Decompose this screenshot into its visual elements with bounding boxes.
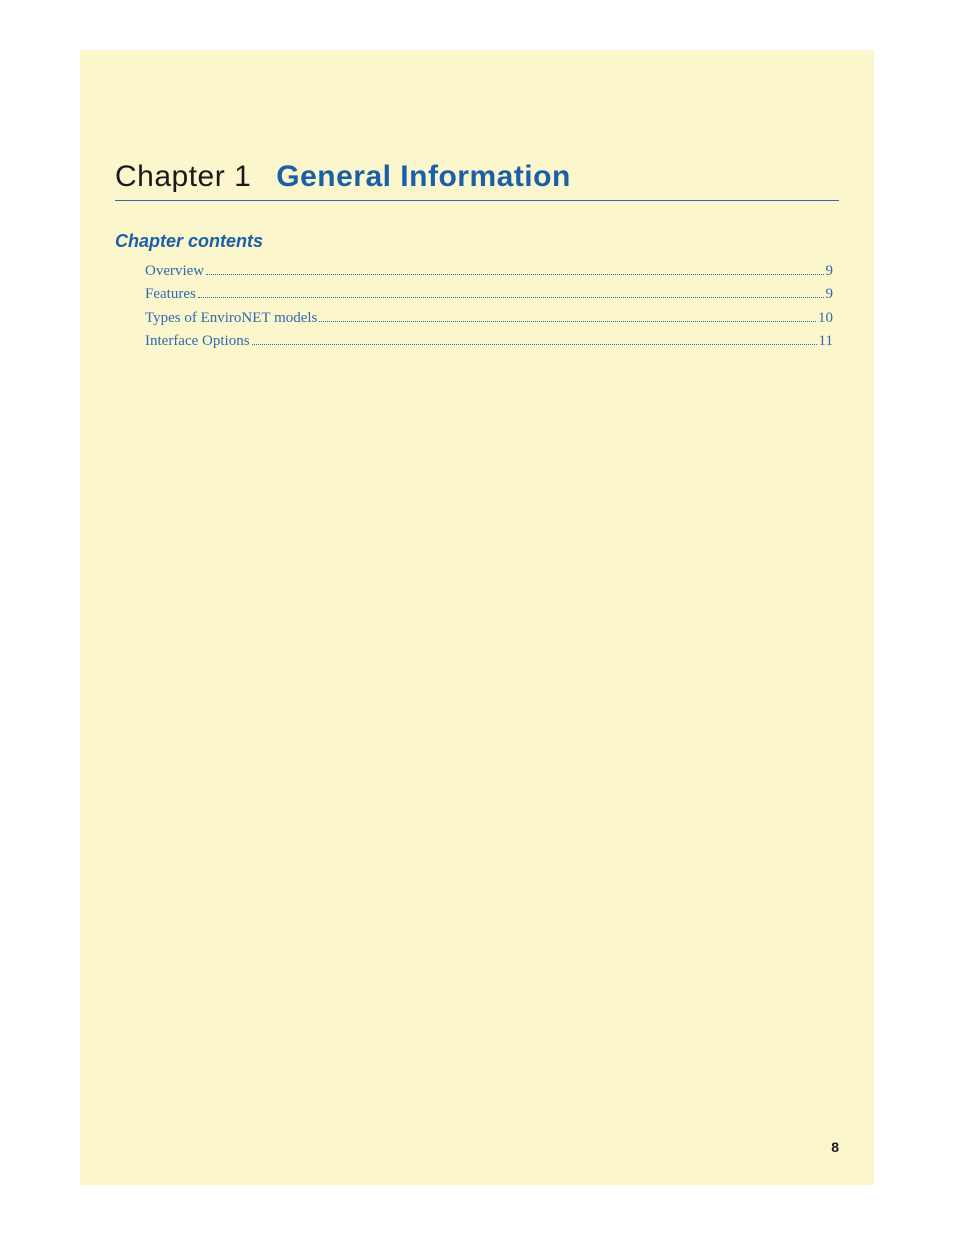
chapter-label: Chapter 1: [115, 160, 251, 194]
toc-entry-title: Overview: [145, 260, 204, 283]
toc-entry-page: 9: [826, 283, 834, 306]
toc-entry-title: Interface Options: [145, 330, 250, 353]
toc-entry[interactable]: Features 9: [145, 283, 833, 306]
toc-leader: [252, 344, 817, 345]
toc-entry[interactable]: Types of EnviroNET models 10: [145, 307, 833, 330]
toc-leader: [319, 321, 816, 322]
toc-entry-page: 9: [826, 260, 834, 283]
toc-leader: [198, 297, 824, 298]
chapter-title: General Information: [276, 160, 571, 194]
toc-entry-title: Features: [145, 283, 196, 306]
document-page: Chapter 1 General Information Chapter co…: [80, 50, 874, 1185]
toc-leader: [206, 274, 823, 275]
contents-heading: Chapter contents: [115, 231, 839, 252]
toc-entry-title: Types of EnviroNET models: [145, 307, 317, 330]
chapter-heading: Chapter 1 General Information: [115, 160, 839, 201]
toc-entry-page: 10: [818, 307, 833, 330]
toc-entry[interactable]: Interface Options 11: [145, 330, 833, 353]
toc-entry-page: 11: [819, 330, 833, 353]
table-of-contents: Overview 9 Features 9 Types of EnviroNET…: [115, 260, 839, 353]
toc-entry[interactable]: Overview 9: [145, 260, 833, 283]
page-number: 8: [831, 1139, 839, 1155]
